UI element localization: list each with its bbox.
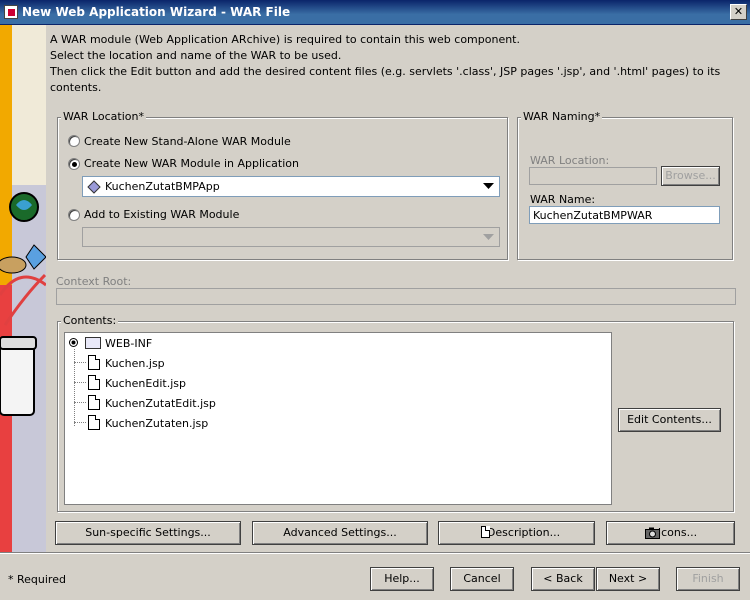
window-title: New Web Application Wizard - WAR File <box>22 5 291 19</box>
title-bar: New Web Application Wizard - WAR File ✕ <box>0 0 750 25</box>
file-icon <box>88 375 100 390</box>
in-application-radio[interactable] <box>68 158 80 170</box>
file-icon <box>88 355 100 370</box>
war-location-field-label: WAR Location: <box>530 154 610 167</box>
description-button-label: Description... <box>486 526 561 539</box>
tree-root-label[interactable]: WEB-INF <box>105 337 152 350</box>
file-icon <box>88 415 100 430</box>
app-icon <box>4 5 18 19</box>
contents-label: Contents: <box>61 314 119 327</box>
application-select[interactable]: KuchenZutatBMPApp <box>82 176 500 197</box>
tree-guide-line <box>74 349 75 426</box>
contents-tree[interactable]: WEB-INF Kuchen.jsp KuchenEdit.jsp Kuchen… <box>64 332 612 505</box>
help-button[interactable]: Help... <box>370 567 434 591</box>
browse-button[interactable]: Browse... <box>661 166 720 186</box>
tree-file-4[interactable]: KuchenZutaten.jsp <box>105 417 208 430</box>
application-icon <box>87 180 101 194</box>
standalone-radio-label[interactable]: Create New Stand-Alone WAR Module <box>84 135 291 148</box>
existing-war-select[interactable] <box>82 227 500 247</box>
tree-branch <box>74 362 86 363</box>
existing-radio[interactable] <box>68 209 80 221</box>
icons-button[interactable]: Icons... <box>606 521 735 545</box>
war-name-input-value: KuchenZutatBMPWAR <box>533 209 653 222</box>
icons-button-label: Icons... <box>657 526 698 539</box>
application-select-value: KuchenZutatBMPApp <box>105 180 220 193</box>
document-icon <box>481 526 490 538</box>
required-note: * Required <box>8 573 66 586</box>
war-name-input[interactable]: KuchenZutatBMPWAR <box>529 206 720 224</box>
cancel-button[interactable]: Cancel <box>450 567 514 591</box>
existing-radio-label[interactable]: Add to Existing WAR Module <box>84 208 239 221</box>
side-banner-image <box>0 25 46 552</box>
context-root-input[interactable] <box>56 288 736 305</box>
description-line-4: contents. <box>50 81 102 94</box>
back-button[interactable]: < Back <box>531 567 595 591</box>
description-line-2: Select the location and name of the WAR … <box>50 49 342 62</box>
close-button[interactable]: ✕ <box>730 4 747 20</box>
advanced-settings-button[interactable]: Advanced Settings... <box>252 521 428 545</box>
expand-handle-icon[interactable] <box>68 337 79 348</box>
war-name-label: WAR Name: <box>530 193 596 206</box>
war-location-label: WAR Location* <box>61 110 146 123</box>
tree-file-3[interactable]: KuchenZutatEdit.jsp <box>105 397 216 410</box>
war-naming-label: WAR Naming* <box>521 110 603 123</box>
war-location-field[interactable] <box>529 167 657 185</box>
chevron-down-icon <box>483 234 494 240</box>
folder-icon <box>85 337 101 349</box>
next-button[interactable]: Next > <box>596 567 660 591</box>
tree-branch <box>74 422 86 423</box>
description-line-1: A WAR module (Web Application ARchive) i… <box>50 33 520 46</box>
file-icon <box>88 395 100 410</box>
tree-file-1[interactable]: Kuchen.jsp <box>105 357 165 370</box>
camera-icon <box>645 527 660 539</box>
tree-branch <box>74 382 86 383</box>
description-button[interactable]: Description... <box>438 521 595 545</box>
description-line-3: Then click the Edit button and add the d… <box>50 65 721 78</box>
tree-branch <box>74 402 86 403</box>
context-root-label: Context Root: <box>56 275 132 288</box>
standalone-radio[interactable] <box>68 135 80 147</box>
sun-specific-settings-button[interactable]: Sun-specific Settings... <box>55 521 241 545</box>
edit-contents-button[interactable]: Edit Contents... <box>618 408 721 432</box>
in-application-radio-label[interactable]: Create New WAR Module in Application <box>84 157 299 170</box>
finish-button[interactable]: Finish <box>676 567 740 591</box>
footer-separator-highlight <box>0 553 750 554</box>
chevron-down-icon[interactable] <box>483 183 494 190</box>
war-naming-group <box>517 117 733 260</box>
tree-file-2[interactable]: KuchenEdit.jsp <box>105 377 186 390</box>
